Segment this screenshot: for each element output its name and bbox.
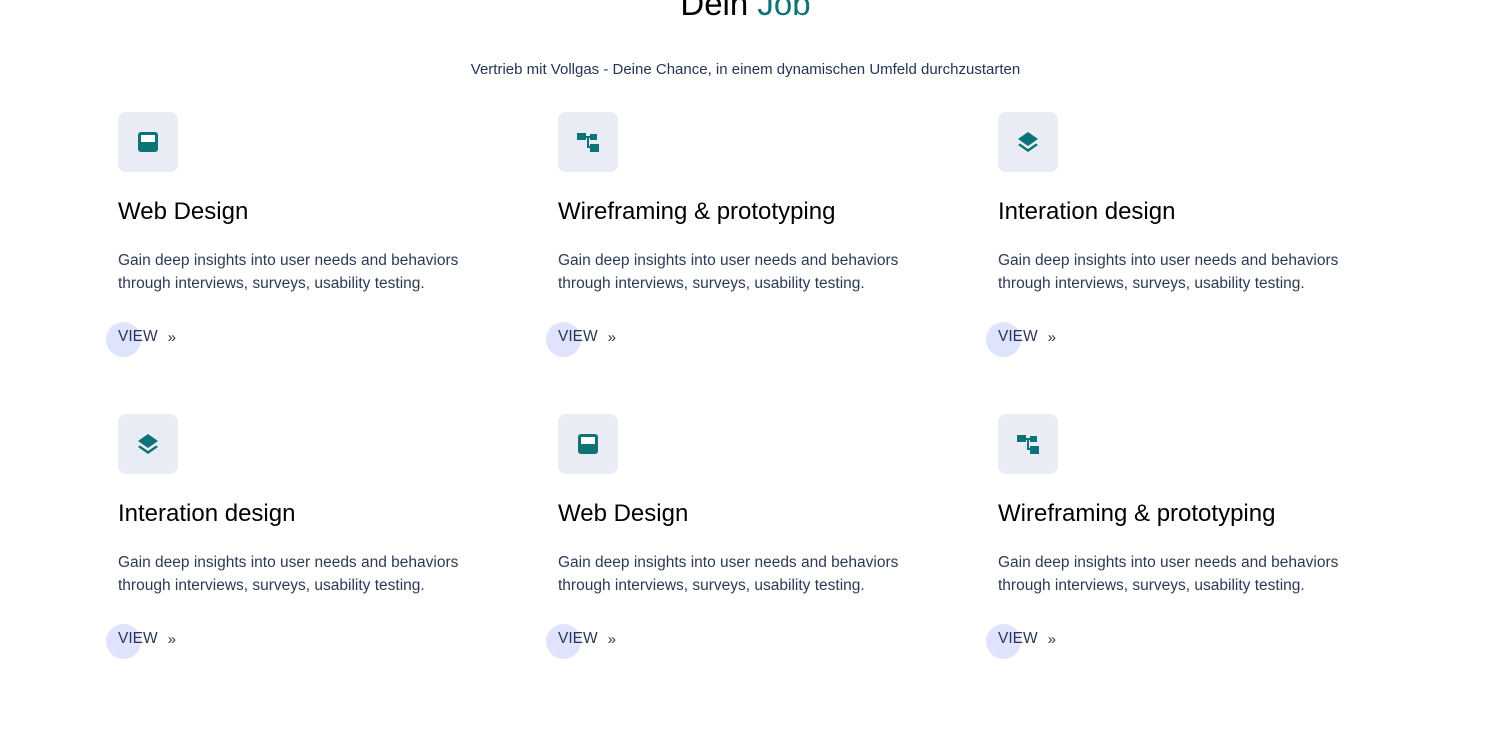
sitemap-icon xyxy=(558,112,618,172)
view-link-label: VIEW xyxy=(558,630,598,647)
view-link-label: VIEW xyxy=(558,328,598,345)
view-link[interactable]: VIEW » xyxy=(986,322,1056,357)
double-chevron-right-icon: » xyxy=(1047,328,1056,346)
card-title: Web Design xyxy=(558,500,689,527)
service-card: Web Design Gain deep insights into user … xyxy=(106,112,478,414)
card-description: Gain deep insights into user needs and b… xyxy=(118,252,459,292)
card-title: Wireframing & prototyping xyxy=(998,500,1276,527)
double-chevron-right-icon: » xyxy=(607,328,616,346)
card-description: Gain deep insights into user needs and b… xyxy=(558,252,899,292)
service-card: Interation design Gain deep insights int… xyxy=(986,112,1358,414)
section-title-accent: Job xyxy=(757,0,811,22)
layers-icon xyxy=(998,112,1058,172)
card-description: Gain deep insights into user needs and b… xyxy=(118,554,459,594)
card-title: Wireframing & prototyping xyxy=(558,198,836,225)
double-chevron-right-icon: » xyxy=(607,630,616,648)
card-title: Interation design xyxy=(998,198,1176,225)
view-link[interactable]: VIEW » xyxy=(106,624,176,659)
view-link[interactable]: VIEW » xyxy=(106,322,176,357)
service-card: Wireframing & prototyping Gain deep insi… xyxy=(546,112,918,414)
sitemap-icon xyxy=(998,414,1058,474)
service-card: Wireframing & prototyping Gain deep insi… xyxy=(986,414,1358,716)
service-card: Interation design Gain deep insights int… xyxy=(106,414,478,716)
view-link-label: VIEW xyxy=(998,630,1038,647)
view-link[interactable]: VIEW » xyxy=(546,322,616,357)
section-header: Dein Job xyxy=(0,0,1491,24)
card-description: Gain deep insights into user needs and b… xyxy=(998,252,1339,292)
card-title: Interation design xyxy=(118,500,296,527)
double-chevron-right-icon: » xyxy=(167,328,176,346)
card-description: Gain deep insights into user needs and b… xyxy=(558,554,899,594)
service-cards-grid: Web Design Gain deep insights into user … xyxy=(106,112,1378,716)
service-card: Web Design Gain deep insights into user … xyxy=(546,414,918,716)
double-chevron-right-icon: » xyxy=(1047,630,1056,648)
section-title-prefix: Dein xyxy=(680,0,749,22)
card-title: Web Design xyxy=(118,198,249,225)
web-layout-icon xyxy=(118,112,178,172)
view-link-label: VIEW xyxy=(118,328,158,345)
view-link-label: VIEW xyxy=(998,328,1038,345)
web-layout-icon xyxy=(558,414,618,474)
view-link-label: VIEW xyxy=(118,630,158,647)
view-link[interactable]: VIEW » xyxy=(546,624,616,659)
section-title: Dein Job xyxy=(0,0,1491,24)
view-link[interactable]: VIEW » xyxy=(986,624,1056,659)
section-subtitle: Vertrieb mit Vollgas - Deine Chance, in … xyxy=(470,61,1021,78)
double-chevron-right-icon: » xyxy=(167,630,176,648)
card-description: Gain deep insights into user needs and b… xyxy=(998,554,1339,594)
layers-icon xyxy=(118,414,178,474)
